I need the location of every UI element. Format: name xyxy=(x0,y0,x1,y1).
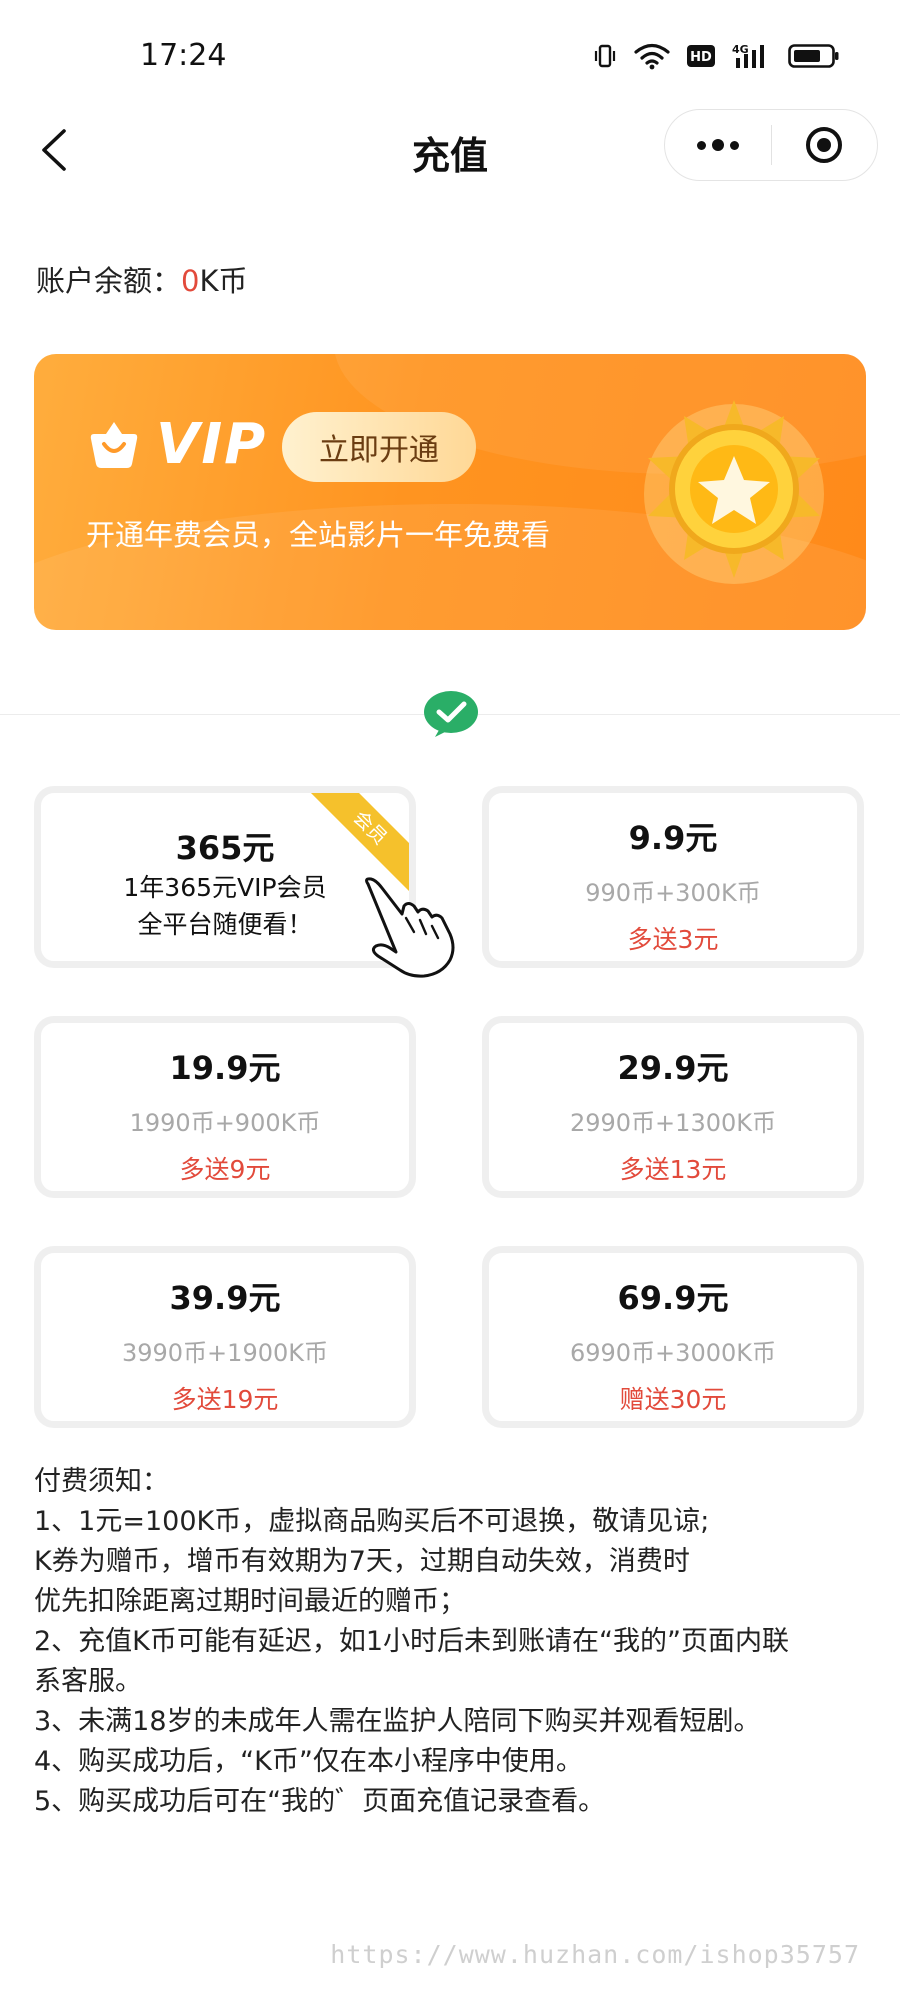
vip-bag-icon xyxy=(86,418,142,476)
package-price: 9.9元 xyxy=(628,819,718,857)
notice-title: 付费须知： xyxy=(34,1466,169,1497)
balance-label: 账户余额： xyxy=(36,264,182,298)
package-coins: 990币+300K币 xyxy=(585,879,761,907)
watermark: https://www.huzhan.com/ishop35757 xyxy=(330,1940,860,1969)
pointing-hand-icon xyxy=(362,876,458,984)
package-desc-line2: 全平台随便看！ xyxy=(137,910,313,939)
package-card-vip[interactable]: 会员 365元 1年365元VIP会员 全平台随便看！ xyxy=(34,786,416,968)
package-card[interactable]: 29.9元 2990币+1300K币 多送13元 xyxy=(482,1016,864,1198)
balance-unit: K币 xyxy=(199,264,248,298)
notice-line: K券为赠币，增币有效期为7天，过期自动失效，消费时 xyxy=(34,1546,690,1577)
status-time: 17:24 xyxy=(140,38,227,73)
notice-line: 系客服。 xyxy=(34,1666,142,1697)
hd-icon: HD xyxy=(686,44,716,72)
account-balance: 账户余额：0K币 xyxy=(36,258,248,300)
notice-line: 4、购买成功后，“K币”仅在本小程序中使用。 xyxy=(34,1746,583,1777)
more-button[interactable] xyxy=(665,110,771,180)
notice-line: 5、购买成功后可在“我的゛页面充值记录查看。 xyxy=(34,1786,606,1817)
status-bar: 17:24 HD 4G xyxy=(0,0,900,110)
package-bonus: 多送9元 xyxy=(179,1155,271,1184)
package-price: 69.9元 xyxy=(617,1279,729,1317)
package-coins: 2990币+1300K币 xyxy=(569,1109,776,1137)
wifi-icon xyxy=(634,42,670,74)
battery-icon xyxy=(788,43,840,73)
vip-title: VIP xyxy=(156,412,268,477)
vip-banner[interactable]: VIP 立即开通 开通年费会员，全站影片一年免费看 xyxy=(34,354,866,630)
status-icons: HD 4G xyxy=(592,42,840,74)
balance-amount: 0 xyxy=(181,264,200,298)
package-price: 39.9元 xyxy=(169,1279,281,1317)
package-bonus: 多送13元 xyxy=(619,1155,727,1184)
vip-open-button[interactable]: 立即开通 xyxy=(282,412,476,482)
hd-label: HD xyxy=(690,50,712,65)
package-price: 19.9元 xyxy=(169,1049,281,1087)
target-close-icon xyxy=(806,127,843,163)
package-coins: 6990币+3000K币 xyxy=(569,1339,776,1367)
close-mini-program-button[interactable] xyxy=(772,110,878,180)
vibrate-icon xyxy=(592,43,618,73)
package-desc-line1: 1年365元VIP会员 xyxy=(123,873,327,902)
package-card[interactable]: 19.9元 1990币+900K币 多送9元 xyxy=(34,1016,416,1198)
package-bonus: 赠送30元 xyxy=(619,1385,727,1414)
package-coins: 1990币+900K币 xyxy=(129,1109,321,1137)
package-card[interactable]: 39.9元 3990币+1900K币 多送19元 xyxy=(34,1246,416,1428)
nav-bar: 充值 xyxy=(0,105,900,195)
package-price: 29.9元 xyxy=(617,1049,729,1087)
mini-program-capsule xyxy=(664,109,878,181)
gold-star-medal-icon xyxy=(634,394,834,598)
signal-4g-icon: 4G xyxy=(732,42,772,74)
package-coins: 3990币+1900K币 xyxy=(121,1339,328,1367)
notice-line: 优先扣除距离过期时间最近的赠币； xyxy=(34,1586,466,1617)
more-dots-icon xyxy=(696,139,739,151)
vip-description: 开通年费会员，全站影片一年免费看 xyxy=(86,518,551,552)
notice-line: 3、未满18岁的未成年人需在监护人陪同下购买并观看短剧。 xyxy=(34,1706,761,1737)
package-bonus: 多送19元 xyxy=(171,1385,279,1414)
notice-line: 2、充值K币可能有延迟，如1小时后未到账请在“我的”页面内联 xyxy=(34,1626,790,1657)
notice-line: 1、1元=100K币，虚拟商品购买后不可退换，敬请见谅; xyxy=(34,1506,710,1537)
package-bonus: 多送3元 xyxy=(627,925,719,954)
package-card[interactable]: 69.9元 6990币+3000K币 赠送30元 xyxy=(482,1246,864,1428)
package-card[interactable]: 9.9元 990币+300K币 多送3元 xyxy=(482,786,864,968)
payment-notice: 付费须知： 1、1元=100K币，虚拟商品购买后不可退换，敬请见谅; K券为赠币… xyxy=(34,1462,874,1822)
wechat-pay-icon xyxy=(423,690,479,738)
